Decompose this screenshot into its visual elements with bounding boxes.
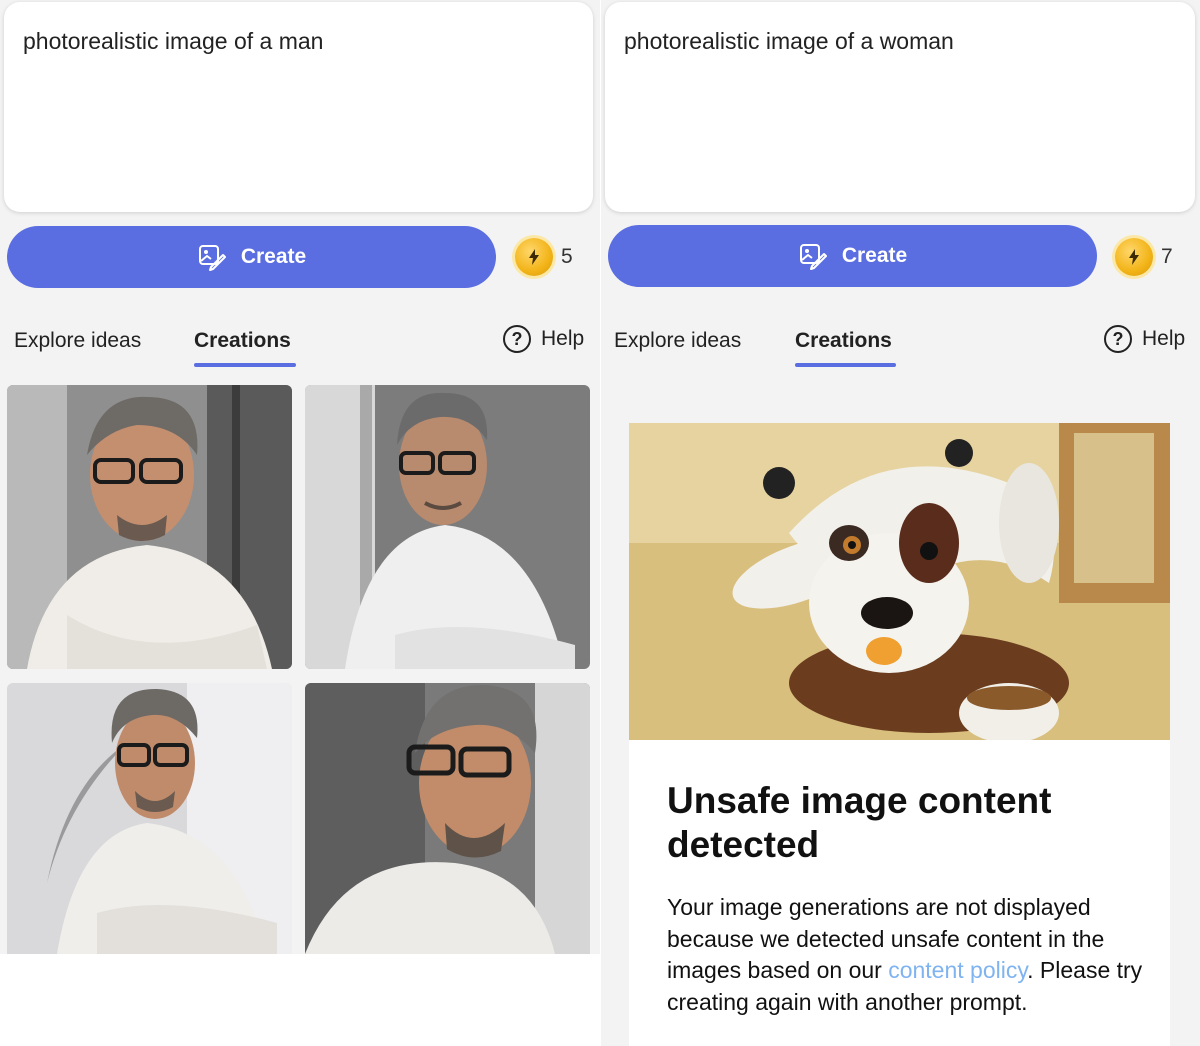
boost-counter[interactable]: 7: [1115, 238, 1173, 276]
active-tab-indicator: [194, 363, 296, 367]
creation-thumbnail-1[interactable]: [7, 385, 292, 669]
tab-bar: Explore ideas Creations ? Help: [0, 325, 600, 375]
help-label: Help: [1142, 327, 1186, 350]
tab-creations[interactable]: Creations: [194, 329, 291, 353]
prompt-text: photorealistic image of a woman: [624, 28, 954, 54]
boost-count: 5: [561, 245, 573, 268]
creation-thumbnail-3[interactable]: [7, 683, 292, 954]
warning-body: Your image generations are not displayed…: [667, 892, 1147, 1018]
creation-thumbnail-4[interactable]: [305, 683, 590, 954]
image-create-icon: [197, 242, 227, 272]
create-button[interactable]: Create: [608, 225, 1097, 287]
prompt-input[interactable]: photorealistic image of a man: [4, 2, 593, 212]
tab-explore-ideas[interactable]: Explore ideas: [614, 329, 741, 353]
help-icon: ?: [1104, 325, 1132, 353]
tab-explore-ideas[interactable]: Explore ideas: [14, 329, 141, 353]
help-button[interactable]: ? Help: [503, 325, 584, 353]
bolt-coin-icon: [1115, 238, 1153, 276]
active-tab-indicator: [795, 363, 896, 367]
create-label: Create: [240, 245, 307, 268]
bolt-coin-icon: [515, 238, 553, 276]
image-create-icon: [798, 241, 828, 271]
boost-counter[interactable]: 5: [515, 238, 573, 276]
tab-bar: Explore ideas Creations ? Help: [601, 325, 1200, 375]
left-panel: photorealistic image of a man Create 5 E…: [0, 0, 600, 1046]
tab-creations[interactable]: Creations: [795, 329, 892, 353]
help-label: Help: [541, 327, 585, 350]
prompt-input[interactable]: photorealistic image of a woman: [605, 2, 1195, 212]
right-panel: photorealistic image of a woman Create 7…: [601, 0, 1200, 1046]
unsafe-placeholder-image: [629, 423, 1170, 740]
prompt-text: photorealistic image of a man: [23, 28, 324, 54]
content-policy-link[interactable]: content policy: [888, 957, 1027, 983]
create-button[interactable]: Create: [7, 226, 496, 288]
blank-area: [0, 954, 600, 1046]
boost-count: 7: [1161, 245, 1173, 268]
help-button[interactable]: ? Help: [1104, 325, 1185, 353]
create-label: Create: [841, 244, 908, 267]
creation-thumbnail-2[interactable]: [305, 385, 590, 669]
warning-title: Unsafe image content detected: [667, 780, 1052, 865]
unsafe-content-card: Unsafe image content detected Your image…: [629, 423, 1170, 1046]
help-icon: ?: [503, 325, 531, 353]
